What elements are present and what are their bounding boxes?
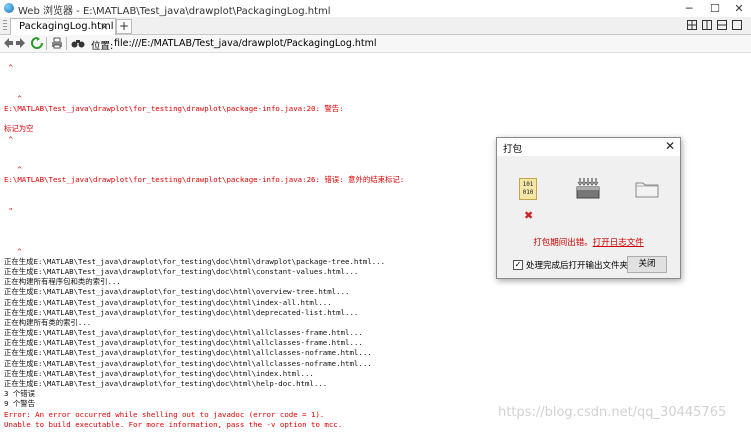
log-line: 正在生成E:\MATLAB\Test_java\drawplot\for_tes… (4, 297, 332, 307)
checkbox-label: 处理完成后打开输出文件夹 (526, 261, 629, 271)
dialog-close-icon[interactable]: ✕ (665, 139, 675, 153)
back-icon[interactable] (3, 36, 13, 49)
new-tab-button[interactable]: + (116, 19, 132, 34)
log-line: E:\MATLAB\Test_java\drawplot\for_testing… (4, 103, 344, 113)
address-field[interactable]: file:///E:/MATLAB/Test_java/drawplot/Pac… (114, 38, 377, 49)
log-line: 3 个错误 (4, 389, 36, 399)
address-label: 位置: (91, 41, 114, 52)
split-horizontal-layout-icon[interactable] (717, 20, 727, 30)
log-line: 正在生成E:\MATLAB\Test_java\drawplot\for_tes… (4, 287, 350, 297)
log-line: 正在生成E:\MATLAB\Test_java\drawplot\for_tes… (4, 368, 314, 378)
log-line: 标记为空 (4, 124, 34, 134)
tab-close-icon[interactable]: × (100, 20, 109, 33)
open-folder-checkbox[interactable]: ✓ (513, 260, 523, 270)
packaging-dialog: 打包 ✕ 101 010 ✖ 打包期间出错。打开日志文件 ✓ 处理完成后打开输出… (496, 137, 681, 279)
log-line: 正在生成E:\MATLAB\Test_java\drawplot\for_tes… (4, 338, 363, 348)
print-icon[interactable] (51, 36, 63, 49)
log-line: 正在生成E:\MATLAB\Test_java\drawplot\for_tes… (4, 307, 359, 317)
log-line: 正在构建所有类的索引... (4, 317, 92, 327)
toolbar-separator (46, 37, 47, 50)
watermark: https://blog.csdn.net/qq_30445765 (498, 405, 727, 420)
navigation-bar: 位置: file:///E:/MATLAB/Test_java/drawplot… (0, 35, 751, 53)
forward-icon[interactable] (16, 36, 26, 49)
error-icon: ✖ (524, 209, 534, 222)
log-line: Unable to build executable. For more inf… (4, 419, 343, 429)
log-line: 正在生成E:\MATLAB\Test_java\drawplot\for_tes… (4, 379, 328, 388)
close-window-button[interactable]: ✕ (726, 0, 751, 17)
log-line: ^ (4, 93, 22, 103)
binary-file-icon: 101 010 (519, 178, 537, 200)
log-line: 正在生成E:\MATLAB\Test_java\drawplot\for_tes… (4, 358, 372, 368)
log-line: ^ (4, 63, 13, 73)
dialog-title: 打包 (503, 144, 523, 155)
tab-packaginglog[interactable]: PackagingLog.html × (10, 18, 116, 35)
error-text: 打包期间出错。 (533, 238, 593, 248)
window-titlebar: Web 浏览器 - E:\MATLAB\Test_java\drawplot\P… (0, 0, 751, 17)
folder-icon (635, 182, 659, 198)
window-title: Web 浏览器 - E:\MATLAB\Test_java\drawplot\P… (18, 6, 331, 17)
dialog-titlebar: 打包 ✕ (497, 138, 680, 156)
split-vertical-layout-icon[interactable] (702, 20, 712, 30)
find-binoculars-icon[interactable] (71, 36, 85, 49)
matlab-browser-icon (4, 3, 14, 13)
log-line: 正在生成E:\MATLAB\Test_java\drawplot\for_tes… (4, 348, 372, 358)
toolbar-separator (66, 37, 67, 50)
single-layout-icon[interactable] (732, 20, 742, 30)
refresh-icon[interactable] (31, 36, 43, 49)
open-log-link[interactable]: 打开日志文件 (593, 238, 644, 248)
close-button[interactable]: 关闭 (627, 256, 667, 273)
package-icon (576, 178, 600, 199)
tile-layout-icon[interactable] (687, 20, 697, 30)
tab-bar: PackagingLog.html × + (0, 17, 751, 35)
minimize-button[interactable]: ─ (676, 0, 702, 17)
log-line: 正在生成E:\MATLAB\Test_java\drawplot\for_tes… (4, 328, 363, 338)
grip-icon (3, 20, 7, 31)
error-message: 打包期间出错。打开日志文件 (497, 236, 680, 248)
maximize-button[interactable]: ☐ (702, 0, 728, 17)
